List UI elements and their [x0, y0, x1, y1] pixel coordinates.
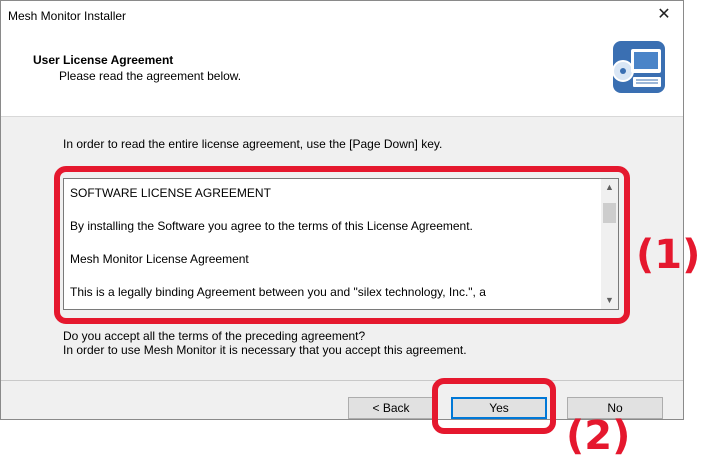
computer-installer-icon: [612, 41, 665, 93]
highlight-label-1: (1): [636, 232, 701, 278]
divider: [1, 380, 683, 381]
close-icon[interactable]: ✕: [655, 6, 673, 24]
back-button[interactable]: < Back: [348, 397, 434, 419]
acceptance-question: Do you accept all the terms of the prece…: [63, 329, 467, 357]
window-title: Mesh Monitor Installer: [8, 9, 127, 23]
header-title: User License Agreement: [33, 53, 174, 67]
title-bar: Mesh Monitor Installer ✕: [1, 1, 683, 31]
instruction-text: In order to read the entire license agre…: [63, 137, 443, 151]
highlight-box-1: [54, 166, 630, 324]
highlight-box-2: [432, 378, 556, 434]
highlight-label-2: (2): [566, 413, 631, 459]
question-line-2: In order to use Mesh Monitor it is neces…: [63, 343, 467, 357]
header-subtitle: Please read the agreement below.: [59, 69, 242, 83]
header-panel: User License Agreement Please read the a…: [1, 31, 683, 117]
question-line-1: Do you accept all the terms of the prece…: [63, 329, 366, 343]
